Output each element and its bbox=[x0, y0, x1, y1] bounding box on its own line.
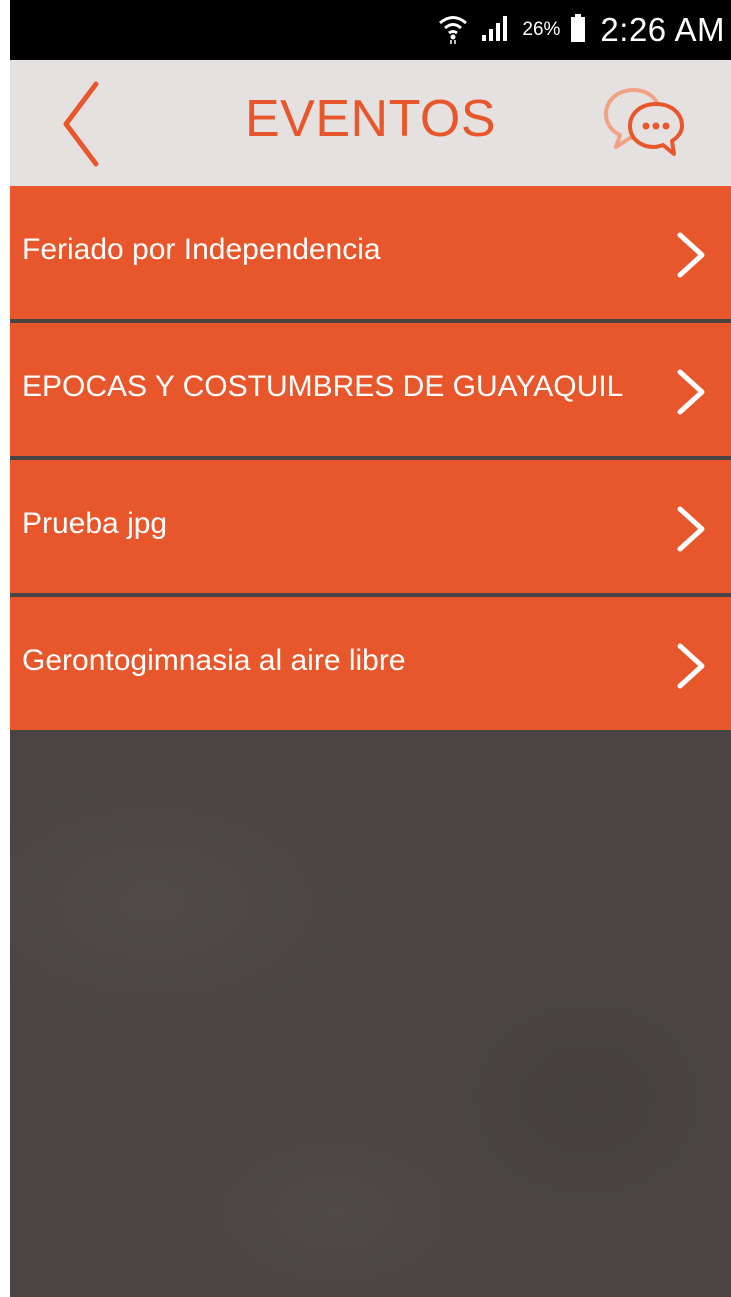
background-texture bbox=[10, 733, 731, 1297]
app-header: EVENTOS bbox=[10, 60, 731, 186]
wifi-icon bbox=[436, 11, 470, 50]
events-list: Feriado por Independencia EPOCAS Y COSTU… bbox=[10, 186, 731, 730]
battery-icon bbox=[570, 13, 586, 48]
chevron-right-icon bbox=[677, 232, 705, 278]
battery-percent: 26% bbox=[522, 19, 561, 40]
chat-button[interactable] bbox=[594, 84, 690, 164]
clock: 2:26 AM bbox=[600, 11, 725, 48]
status-bar: 26% 2:26 AM bbox=[10, 0, 731, 60]
chat-bubbles-icon bbox=[604, 88, 684, 156]
event-item-feriado[interactable]: Feriado por Independencia bbox=[10, 186, 731, 319]
event-item-prueba[interactable]: Prueba jpg bbox=[10, 460, 731, 593]
event-label: Feriado por Independencia bbox=[22, 233, 381, 266]
event-label: EPOCAS Y COSTUMBRES DE GUAYAQUIL bbox=[22, 370, 624, 403]
event-item-gerontogimnasia[interactable]: Gerontogimnasia al aire libre bbox=[10, 597, 731, 730]
chevron-right-icon bbox=[677, 643, 705, 689]
chevron-right-icon bbox=[677, 369, 705, 415]
app-screen: 26% 2:26 AM EVENTOS Feriado por Independ… bbox=[10, 0, 731, 1297]
event-label: Gerontogimnasia al aire libre bbox=[22, 644, 406, 677]
event-label: Prueba jpg bbox=[22, 507, 168, 540]
event-item-epocas[interactable]: EPOCAS Y COSTUMBRES DE GUAYAQUIL bbox=[10, 323, 731, 456]
signal-icon bbox=[480, 13, 514, 48]
status-icons: 26% 2:26 AM bbox=[426, 0, 725, 60]
chevron-right-icon bbox=[677, 506, 705, 552]
